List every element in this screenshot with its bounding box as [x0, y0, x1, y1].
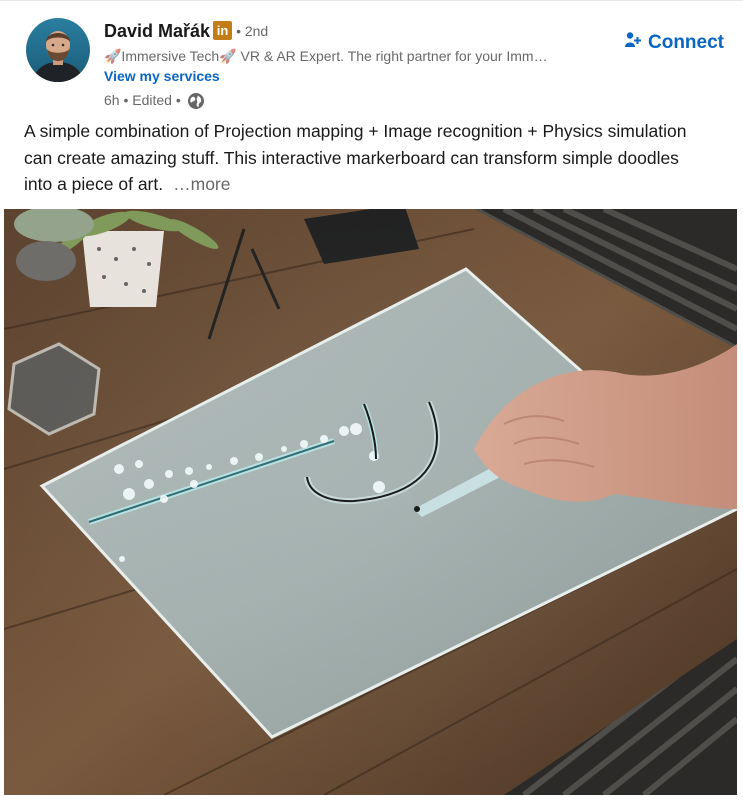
author-name[interactable]: David Mařák	[104, 21, 210, 42]
author-avatar[interactable]	[26, 18, 90, 82]
view-services-link[interactable]: View my services	[104, 66, 220, 86]
connect-button[interactable]: Connect	[624, 28, 724, 58]
post-media-video[interactable]	[4, 209, 737, 795]
globe-icon	[187, 91, 205, 109]
author-name-row: David Mařák in • 2nd	[104, 16, 604, 46]
author-headline: 🚀Immersive Tech🚀 VR & AR Expert. The rig…	[104, 48, 548, 64]
post-actor: David Mařák in • 2nd 🚀Immersive Tech🚀 VR…	[24, 16, 724, 112]
post-timestamp-row: 6h • Edited •	[104, 86, 604, 114]
connection-degree: • 2nd	[236, 23, 269, 39]
connect-label: Connect	[648, 32, 724, 53]
linkedin-premium-badge-icon: in	[213, 20, 233, 40]
interactive-markerboard-image	[4, 209, 737, 795]
post-commentary: A simple combination of Projection mappi…	[24, 118, 704, 198]
add-person-icon	[624, 31, 642, 55]
post-timestamp: 6h • Edited •	[104, 92, 181, 108]
divider	[0, 0, 743, 1]
see-more-button[interactable]: …more	[173, 174, 230, 194]
author-meta: David Mařák in • 2nd 🚀Immersive Tech🚀 VR…	[104, 16, 604, 114]
feed-post-card: David Mařák in • 2nd 🚀Immersive Tech🚀 VR…	[0, 0, 743, 803]
post-commentary-text: A simple combination of Projection mappi…	[24, 121, 687, 194]
